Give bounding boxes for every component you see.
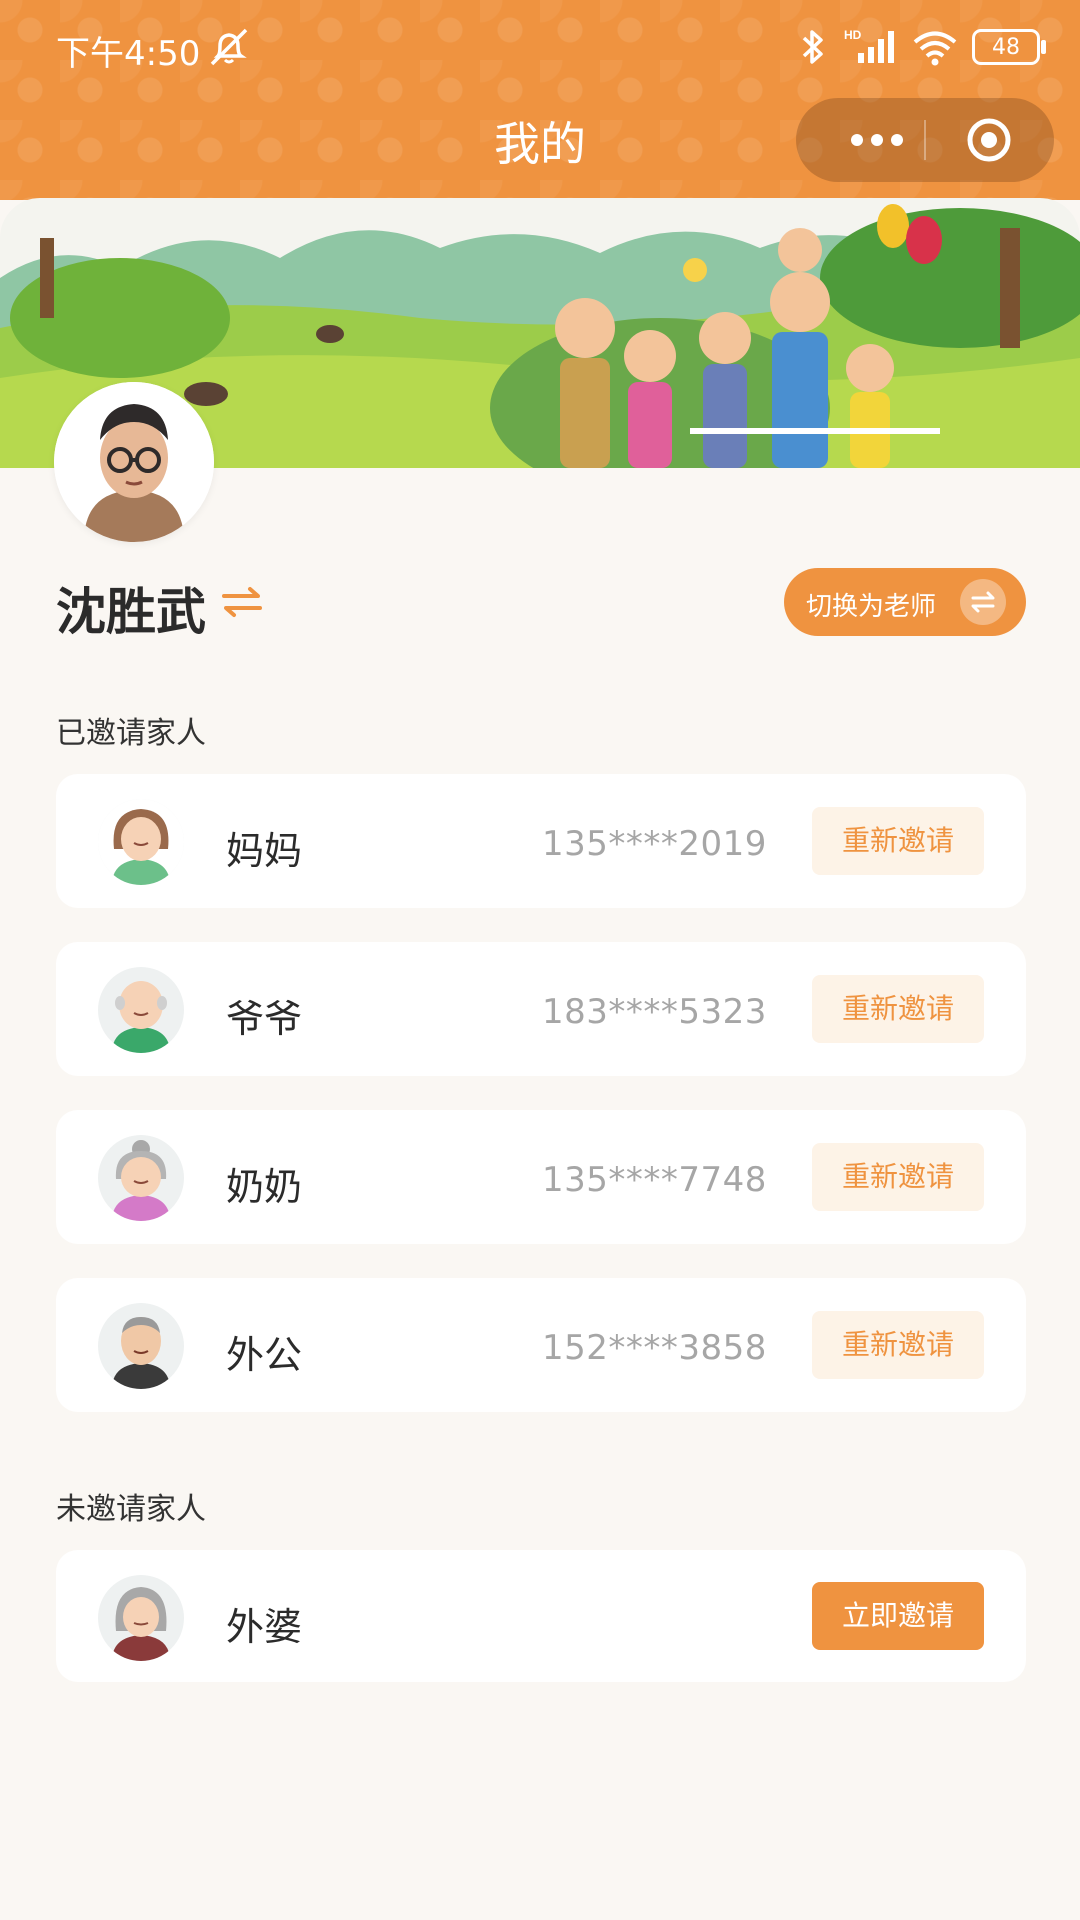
member-name: 妈妈 [226,829,303,873]
member-phone: 135****7748 [542,1160,767,1200]
member-name: 爷爷 [226,997,303,1041]
family-member-card: 外婆 立即邀请 [56,1550,1026,1682]
member-avatar-maternal-grandpa [98,1303,184,1389]
family-member-card: 奶奶 135****7748 重新邀请 [56,1110,1026,1244]
member-avatar-grandma [98,1135,184,1221]
battery-level: 48 [992,34,1020,60]
member-phone: 152****3858 [542,1328,767,1368]
invite-now-button[interactable]: 立即邀请 [812,1582,984,1650]
signal-icon: HD [844,28,894,63]
uninvited-section-title: 未邀请家人 [56,1492,206,1527]
member-name: 外公 [226,1333,303,1377]
family-member-card: 爷爷 183****5323 重新邀请 [56,942,1026,1076]
member-phone: 135****2019 [542,824,767,864]
member-avatar-grandpa [98,967,184,1053]
member-avatar-maternal-grandma [98,1575,184,1661]
invited-section-title: 已邀请家人 [56,716,206,751]
status-time: 下午4:50 [56,34,201,74]
switch-icon[interactable] [220,584,264,620]
family-member-card: 妈妈 135****2019 重新邀请 [56,774,1026,908]
reinvite-button[interactable]: 重新邀请 [812,807,984,875]
reinvite-button[interactable]: 重新邀请 [812,1143,984,1211]
user-name: 沈胜武 [56,583,206,641]
switch-icon [960,579,1006,625]
wifi-icon [913,31,957,66]
family-member-card: 外公 152****3858 重新邀请 [56,1278,1026,1412]
member-name: 外婆 [226,1605,303,1649]
capsule-divider [924,120,926,160]
member-phone: 183****5323 [542,992,767,1032]
switch-to-teacher-label: 切换为老师 [806,592,937,622]
mini-program-capsule [796,98,1054,182]
svg-text:HD: HD [844,28,862,42]
user-avatar[interactable] [54,382,214,542]
status-icons: HD 48 [798,22,1046,72]
mute-icon [210,28,248,66]
battery-icon: 48 [972,29,1046,65]
header-bar: 下午4:50 HD 48 我的 [0,0,1080,200]
bluetooth-icon [802,30,823,64]
reinvite-button[interactable]: 重新邀请 [812,975,984,1043]
status-bar: 下午4:50 HD 48 [0,0,1080,96]
member-name: 奶奶 [226,1165,303,1209]
reinvite-button[interactable]: 重新邀请 [812,1311,984,1379]
more-dots-icon[interactable] [832,98,922,182]
member-avatar-mom [98,799,184,885]
target-icon[interactable] [966,117,1012,163]
switch-to-teacher-button[interactable]: 切换为老师 [784,568,1026,636]
